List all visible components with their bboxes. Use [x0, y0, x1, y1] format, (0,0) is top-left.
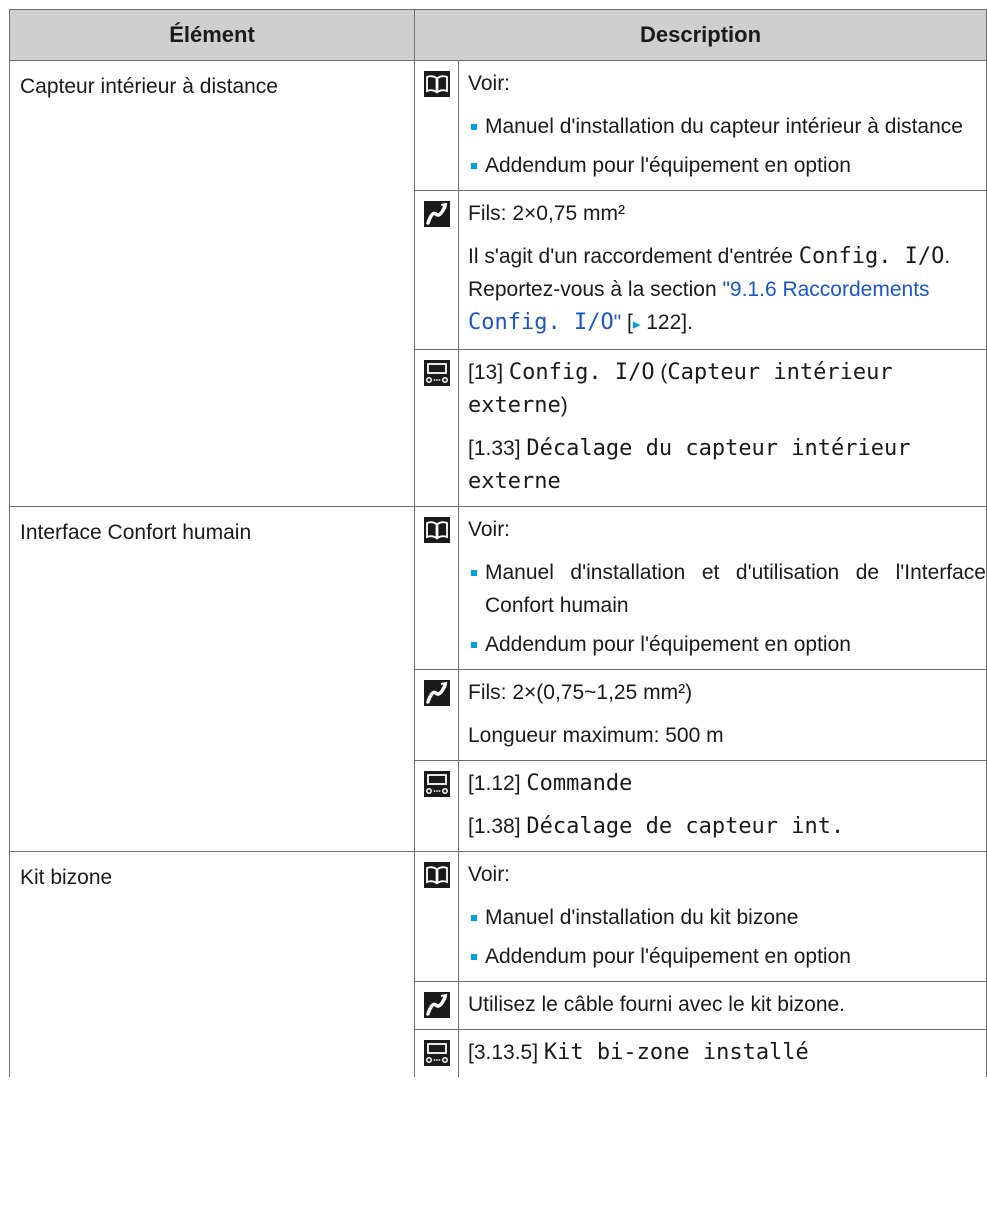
ui-text: ) [560, 394, 568, 417]
wire-spec: Utilisez le câble fourni avec le kit biz… [468, 993, 846, 1016]
element-cell: Capteur intérieur à distance [9, 60, 415, 507]
user-interface-icon [423, 771, 450, 797]
wire-spec: Fils: 2×0,75 mm² [468, 202, 625, 225]
book-icon [423, 862, 450, 888]
element-cell: Interface Confort humain [9, 506, 415, 852]
header-description: Description [414, 9, 987, 61]
description-cell: Fils: 2×(0,75~1,25 mm²) Longueur maximum… [458, 669, 987, 761]
description-cell: Voir: Manuel d'installation du kit bizon… [458, 851, 987, 982]
ui-code: Commande [526, 771, 633, 796]
icon-cell [414, 506, 459, 670]
icon-cell [414, 981, 459, 1030]
icon-cell [414, 851, 459, 982]
config-code: Config. I/O [798, 244, 945, 269]
element-name: Kit bizone [20, 866, 113, 889]
see-label: Voir: [468, 518, 511, 541]
config-text: Il s'agit d'un raccordement d'entrée [468, 245, 799, 268]
ui-number: [3.13.5] [468, 1041, 544, 1064]
ui-code: Décalage du capteur intérieur externe [468, 436, 911, 494]
see-label: Voir: [468, 72, 511, 95]
wiring-icon [423, 992, 450, 1018]
wire-spec: Fils: 2×(0,75~1,25 mm²) [468, 681, 693, 704]
see-label: Voir: [468, 863, 511, 886]
icon-cell [414, 760, 459, 852]
description-cell: [1.12] Commande [1.38] Décalage de capte… [458, 760, 987, 852]
description-cell: Utilisez le câble fourni avec le kit biz… [458, 981, 987, 1030]
icon-cell [414, 669, 459, 761]
element-name: Capteur intérieur à distance [20, 75, 278, 98]
doc-list: Manuel d'installation et d'utilisation d… [468, 556, 986, 661]
element-name: Interface Confort humain [20, 521, 252, 544]
list-item: Manuel d'installation et d'utilisation d… [468, 556, 986, 622]
table-row: Capteur intérieur à distance Voir: Manue… [9, 60, 987, 507]
table-row: Interface Confort humain Voir: Manuel d'… [9, 506, 987, 852]
description-cell: [13] Config. I/O (Capteur intérieur exte… [458, 349, 987, 507]
icon-cell [414, 349, 459, 507]
header-element: Élément [9, 9, 415, 61]
element-cell: Kit bizone [9, 851, 415, 1077]
user-interface-icon [423, 1040, 450, 1066]
ui-number: [1.12] [468, 772, 527, 795]
options-table: Élément Description Capteur intérieur à … [9, 9, 987, 1077]
book-icon [423, 71, 450, 97]
config-paragraph: Il s'agit d'un raccordement d'entrée Con… [468, 240, 986, 341]
page-ref: 122]. [640, 311, 693, 334]
doc-list: Manuel d'installation du kit bizone Adde… [468, 901, 986, 973]
ui-path: [1.12] Commande [468, 767, 986, 800]
table-row: Kit bizone Voir: Manuel d'installation d… [9, 851, 987, 1077]
ui-number: [1.38] [468, 815, 527, 838]
ui-path: [3.13.5] Kit bi-zone installé [468, 1036, 986, 1069]
ui-code: Décalage de capteur int. [526, 814, 845, 839]
ui-path: [1.38] Décalage de capteur int. [468, 810, 986, 843]
doc-list: Manuel d'installation du capteur intérie… [468, 110, 986, 182]
page-ref: [ [621, 311, 633, 334]
ui-text: ( [654, 361, 668, 384]
max-length: Longueur maximum: 500 m [468, 724, 724, 747]
icon-cell [414, 60, 459, 191]
user-interface-icon [423, 360, 450, 386]
ui-code: Config. I/O [508, 360, 655, 385]
ui-path: [13] Config. I/O (Capteur intérieur exte… [468, 356, 986, 422]
description-cell: Voir: Manuel d'installation du capteur i… [458, 60, 987, 191]
list-item: Manuel d'installation du capteur intérie… [468, 110, 986, 143]
ui-path: [1.33] Décalage du capteur intérieur ext… [468, 432, 986, 498]
list-item: Addendum pour l'équipement en option [468, 149, 986, 182]
wiring-icon [423, 201, 450, 227]
ui-number: [1.33] [468, 437, 527, 460]
list-item: Addendum pour l'équipement en option [468, 940, 986, 973]
list-item: Manuel d'installation du kit bizone [468, 901, 986, 934]
link-text: "9.1.6 Raccordements [722, 278, 930, 301]
icon-cell [414, 190, 459, 350]
description-cell: [3.13.5] Kit bi-zone installé [458, 1029, 987, 1077]
book-icon [423, 517, 450, 543]
description-cell: Fils: 2×0,75 mm² Il s'agit d'un raccorde… [458, 190, 987, 350]
header-row: Élément Description [9, 9, 987, 61]
icon-cell [414, 1029, 459, 1077]
ui-number: [13] [468, 361, 509, 384]
ui-code: Kit bi-zone installé [543, 1040, 809, 1065]
link-code: Config. I/O [468, 310, 614, 335]
list-item: Addendum pour l'équipement en option [468, 628, 986, 661]
wiring-icon [423, 680, 450, 706]
description-cell: Voir: Manuel d'installation et d'utilisa… [458, 506, 987, 670]
